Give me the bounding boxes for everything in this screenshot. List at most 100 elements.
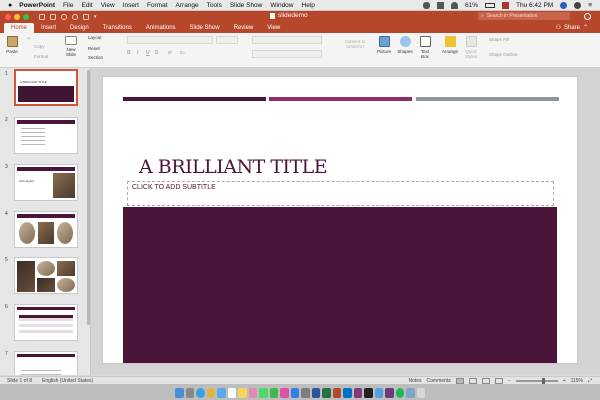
flag-icon[interactable] — [501, 1, 509, 9]
itunes-icon[interactable] — [280, 388, 289, 398]
notes-button[interactable]: Notes — [408, 378, 421, 384]
layout-button[interactable]: Layout — [88, 35, 102, 40]
menu-view[interactable]: View — [101, 2, 115, 9]
home-icon[interactable] — [39, 13, 45, 20]
slide-canvas[interactable]: A BRILLIANT TITLE CLICK TO ADD SUBTITLE — [103, 77, 577, 363]
save-icon[interactable] — [50, 13, 56, 20]
paste-button[interactable]: Paste — [4, 36, 20, 54]
outlook-icon[interactable] — [343, 388, 352, 398]
undo-icon[interactable] — [61, 13, 67, 20]
tab-review[interactable]: Review — [227, 23, 261, 33]
downloads-icon[interactable] — [406, 388, 415, 398]
tab-transitions[interactable]: Transitions — [96, 23, 139, 33]
clock[interactable]: Thu 6:42 PM — [516, 2, 553, 9]
print-icon[interactable] — [83, 13, 89, 20]
siri-icon[interactable] — [574, 1, 582, 9]
subscript-button[interactable]: x₂ — [180, 50, 185, 56]
underline-button[interactable]: U — [146, 50, 150, 56]
menu-edit[interactable]: Edit — [81, 2, 92, 9]
search-field[interactable]: ⌕ Search in Presentation — [478, 12, 570, 20]
strikethrough-button[interactable]: S — [155, 50, 158, 56]
slide-thumbnail-2[interactable] — [14, 117, 78, 154]
facetime-icon[interactable] — [269, 388, 278, 398]
battery-icon[interactable] — [484, 2, 495, 8]
share-button[interactable]: ⚇ Share ⌃ — [556, 24, 588, 33]
slide-thumbnail-7[interactable] — [14, 351, 78, 375]
user-icon[interactable] — [560, 1, 568, 9]
photos-icon[interactable] — [248, 388, 257, 398]
reset-button[interactable]: Reset — [88, 46, 100, 51]
shape-fill-button[interactable]: Shape Fill — [489, 37, 509, 42]
arrange-button[interactable]: Arrange — [440, 36, 460, 54]
chrome-icon[interactable] — [206, 388, 215, 398]
tab-design[interactable]: Design — [63, 23, 96, 33]
close-window-button[interactable] — [5, 13, 11, 20]
font-name-box[interactable] — [127, 36, 213, 44]
bold-button[interactable]: B — [127, 50, 131, 56]
zoom-slider[interactable] — [515, 377, 558, 384]
wifi-icon[interactable] — [450, 1, 458, 9]
slide-background-panel[interactable] — [123, 207, 557, 363]
fit-slide-icon[interactable]: ⤢ — [588, 378, 592, 384]
redo-icon[interactable] — [72, 13, 78, 20]
cloud-icon[interactable] — [422, 1, 430, 9]
zoom-level[interactable]: 115% — [571, 378, 583, 384]
terminal-icon[interactable] — [364, 388, 373, 398]
picture-button[interactable]: Picture — [375, 36, 393, 54]
trash-icon[interactable] — [416, 388, 425, 398]
messages-icon[interactable] — [259, 388, 268, 398]
font-size-box[interactable] — [216, 36, 238, 44]
quick-styles-button[interactable]: Quick Styles — [463, 36, 479, 59]
slide-thumbnail-1[interactable]: A BRILLIANT TITLE — [14, 69, 78, 106]
text-box-button[interactable]: Text Box — [418, 36, 432, 59]
thumbnails-scrollbar[interactable] — [87, 70, 90, 325]
format-painter-button[interactable]: Format — [34, 54, 48, 59]
paragraph-align-box[interactable] — [252, 50, 322, 58]
menu-app-name[interactable]: PowerPoint — [19, 2, 55, 9]
feedback-icon[interactable] — [584, 13, 591, 20]
slide-thumbnail-4[interactable] — [14, 211, 78, 248]
slack-icon[interactable] — [385, 388, 394, 398]
section-button[interactable]: Section — [88, 55, 103, 60]
launchpad-icon[interactable] — [185, 388, 194, 398]
normal-view-button[interactable] — [455, 377, 464, 384]
convert-smartart-button[interactable]: Convert to SmartArt — [343, 39, 367, 49]
appstore-icon[interactable] — [290, 388, 299, 398]
zoom-out-button[interactable]: − — [508, 378, 511, 384]
slide-thumbnail-6[interactable] — [14, 304, 78, 341]
comments-button[interactable]: Comments — [427, 378, 451, 384]
shapes-button[interactable]: Shapes — [396, 36, 414, 54]
new-slide-button[interactable]: New Slide — [61, 36, 81, 57]
copy-button[interactable]: Copy — [34, 44, 45, 49]
superscript-button[interactable]: x² — [168, 50, 172, 56]
safari-icon[interactable] — [196, 388, 205, 398]
mail-icon[interactable] — [217, 388, 226, 398]
slide-thumbnail-3[interactable]: Schoolyard — [14, 164, 78, 201]
menu-help[interactable]: Help — [302, 2, 315, 9]
collapse-ribbon-icon[interactable]: ⌃ — [583, 24, 588, 31]
menu-slide-show[interactable]: Slide Show — [230, 2, 263, 9]
shape-outline-button[interactable]: Shape Outline — [489, 52, 518, 57]
paragraph-list-box[interactable] — [252, 36, 322, 44]
menu-window[interactable]: Window — [270, 2, 293, 9]
xcode-icon[interactable] — [374, 388, 383, 398]
menu-arrange[interactable]: Arrange — [176, 2, 199, 9]
volume-icon[interactable] — [436, 1, 444, 9]
slideshow-view-button[interactable] — [494, 377, 503, 384]
finder-icon[interactable] — [175, 388, 184, 398]
reading-view-button[interactable] — [481, 377, 490, 384]
preferences-icon[interactable] — [301, 388, 310, 398]
proofing-language[interactable]: English (United States) — [42, 378, 93, 384]
list-icon[interactable]: ≡ — [588, 2, 592, 9]
subtitle-placeholder[interactable]: CLICK TO ADD SUBTITLE — [127, 181, 554, 206]
zoom-slider-knob[interactable] — [541, 377, 545, 384]
spotify-icon[interactable] — [395, 388, 404, 398]
minimize-window-button[interactable] — [14, 13, 20, 20]
slide-thumbnail-5[interactable] — [14, 257, 78, 294]
tab-animations[interactable]: Animations — [139, 23, 183, 33]
notes-app-icon[interactable] — [238, 388, 247, 398]
zoom-in-button[interactable]: + — [563, 378, 566, 384]
tab-insert[interactable]: Insert — [34, 23, 63, 33]
zoom-window-button[interactable] — [23, 13, 29, 20]
word-icon[interactable] — [311, 388, 320, 398]
